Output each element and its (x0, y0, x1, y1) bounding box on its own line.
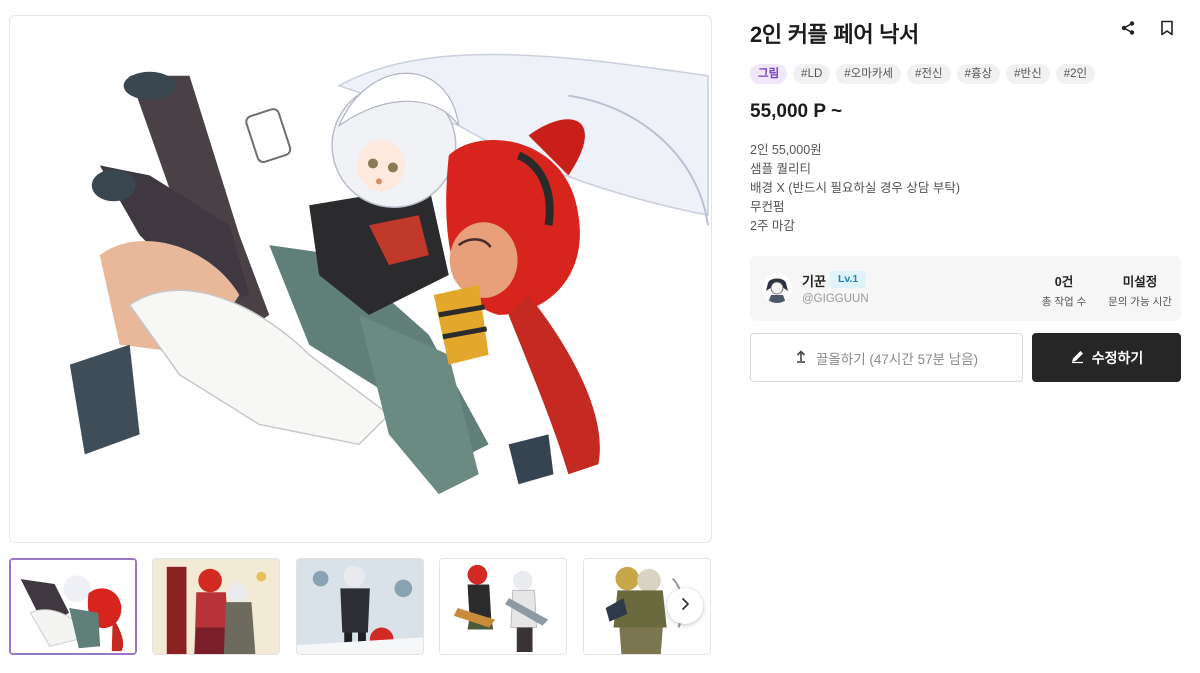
tag[interactable]: #오마카세 (836, 64, 901, 84)
thumbnail-4[interactable] (439, 558, 567, 655)
tag-list: 그림 #LD #오마카세 #전신 #흉상 #반신 #2인 (750, 64, 1096, 84)
edit-button[interactable]: 수정하기 (1032, 333, 1181, 382)
tag[interactable]: #반신 (1006, 64, 1050, 84)
level-badge: Lv.1 (830, 271, 867, 288)
stat-label: 총 작업 수 (1041, 296, 1087, 308)
description-line: 무컨펌 (750, 200, 785, 214)
pull-up-button[interactable]: 끌올하기 (47시간 57분 남음) (750, 333, 1023, 382)
bookmark-icon (1160, 20, 1174, 41)
thumbnail-1[interactable] (9, 558, 137, 655)
tag[interactable]: #2인 (1055, 64, 1096, 84)
artist-name[interactable]: 기꾼 (802, 271, 826, 290)
thumbnail-2[interactable] (152, 558, 280, 655)
artist-handle: @GIGGUUN (802, 293, 869, 305)
tag[interactable]: #LD (793, 64, 831, 84)
stat-label: 문의 가능 시간 (1108, 296, 1172, 308)
share-icon (1120, 20, 1136, 41)
avatar (762, 273, 792, 303)
bookmark-button[interactable] (1157, 20, 1177, 40)
chevron-right-icon (678, 597, 692, 616)
artist-card[interactable]: 기꾼 Lv.1 @GIGGUUN 0건 총 작업 수 미설정 문의 가능 시간 (750, 256, 1181, 321)
pull-up-label: 끌올하기 (47시간 57분 남음) (815, 351, 979, 367)
product-title: 2인 커플 페어 낙서 (750, 22, 919, 47)
tag[interactable]: #전신 (907, 64, 951, 84)
main-artwork-image (9, 15, 712, 543)
thumbnail-3[interactable] (296, 558, 424, 655)
edit-label: 수정하기 (1091, 349, 1144, 366)
share-button[interactable] (1118, 20, 1138, 40)
description-line: 배경 X (반드시 필요하실 경우 상담 부탁) (750, 181, 961, 195)
next-thumbnail-button[interactable] (667, 588, 703, 624)
product-description: 2인 55,000원 샘플 퀄리티 배경 X (반드시 필요하실 경우 상담 부… (750, 141, 960, 236)
stat-value: 미설정 (1122, 275, 1158, 289)
stat-value: 0건 (1054, 275, 1074, 289)
pencil-icon (1070, 349, 1085, 367)
description-line: 2주 마감 (750, 219, 795, 233)
category-tag[interactable]: 그림 (750, 64, 788, 84)
thumbnail-strip (9, 558, 712, 655)
description-line: 2인 55,000원 (750, 143, 822, 157)
stat-total-works: 0건 총 작업 수 (1036, 271, 1092, 309)
description-line: 샘플 퀄리티 (750, 162, 811, 176)
pull-up-icon (795, 349, 807, 366)
stat-contact-hours: 미설정 문의 가능 시간 (1108, 271, 1172, 309)
tag[interactable]: #흉상 (956, 64, 1001, 84)
product-price: 55,000 P ~ (750, 101, 843, 122)
